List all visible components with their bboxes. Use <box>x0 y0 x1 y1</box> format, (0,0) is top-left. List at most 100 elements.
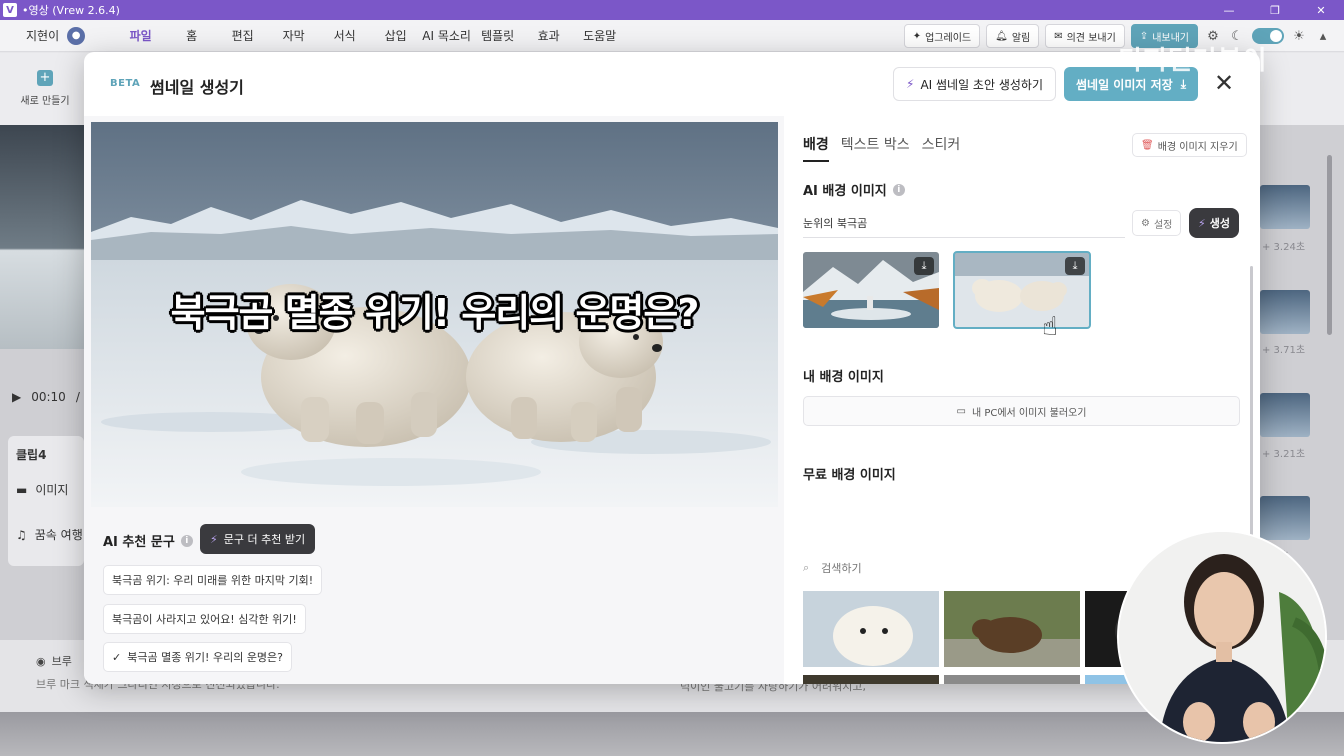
clear-background-button[interactable]: 🗑︎ 배경 이미지 지우기 <box>1132 133 1247 157</box>
menu-item-9[interactable]: 도움말 <box>574 27 625 44</box>
clip-duration: + 3.24초 <box>1262 242 1306 253</box>
free-image[interactable] <box>803 591 939 667</box>
user-profile[interactable]: 지현이 ● <box>26 26 86 45</box>
modal-header: BETA 썸네일 생성기 ⚡ AI 썸네일 초안 생성하기 썸네일 이미지 저장… <box>84 52 1260 116</box>
menu-item-5[interactable]: 삽입 <box>370 27 421 44</box>
clip-image-row[interactable]: ▬ 이미지 <box>16 481 68 498</box>
timeline-thumb[interactable] <box>1260 185 1310 229</box>
play-icon[interactable]: ▶ <box>12 390 21 404</box>
free-image-bear-closeup <box>944 675 1080 684</box>
generated-image-selected[interactable]: ⤓ <box>953 251 1091 329</box>
trash-icon: 🗑︎ <box>1141 139 1154 151</box>
menu-item-1[interactable]: 홈 <box>166 27 217 44</box>
collapse-icon[interactable]: ▴ <box>1314 29 1332 44</box>
ai-settings-button[interactable]: ⚙ 설정 <box>1132 210 1182 236</box>
timeline-thumb[interactable] <box>1260 393 1310 437</box>
window-titlebar: V • 영상 (Vrew 2.6.4) — ❐ ✕ <box>0 0 1344 20</box>
ai-recommend-label: AI 추천 문구 i <box>103 531 193 550</box>
menu-item-0[interactable]: 파일 <box>115 27 166 44</box>
free-image-brown-bear <box>944 591 1080 667</box>
menu-item-3[interactable]: 자막 <box>268 27 319 44</box>
free-image-polar-bear <box>803 591 939 667</box>
clip-duration: + 3.21초 <box>1262 449 1306 460</box>
monitor-icon: ▭ <box>956 405 966 417</box>
modal-title: 썸네일 생성기 <box>150 78 244 97</box>
window-controls: — ❐ ✕ <box>1206 0 1344 20</box>
download-icon: ⤓ <box>1180 76 1186 91</box>
tab-sticker[interactable]: 스티커 <box>922 134 961 162</box>
download-icon[interactable]: ⤓ <box>1065 257 1085 275</box>
image-icon: ▬ <box>16 482 28 497</box>
clip-music-row[interactable]: ♫ 꿈속 여행 <box>16 526 83 543</box>
search-input[interactable] <box>821 561 967 575</box>
menu-item-2[interactable]: 편집 <box>217 27 268 44</box>
info-icon[interactable]: i <box>180 534 193 547</box>
time-separator: / <box>75 390 80 404</box>
free-image[interactable] <box>803 675 939 684</box>
ai-prompt-input[interactable] <box>803 208 1125 238</box>
lightning-icon: ⚡ <box>906 77 915 91</box>
minimize-icon[interactable]: — <box>1206 0 1252 20</box>
free-image[interactable] <box>944 675 1080 684</box>
channel-watermark: 디지털거북이 <box>1118 46 1268 76</box>
music-icon: ♫ <box>16 527 27 542</box>
beta-badge: BETA <box>110 78 141 89</box>
clip-duration: + 3.71초 <box>1262 345 1306 356</box>
window-title: 영상 (Vrew 2.6.4) <box>28 4 120 17</box>
more-phrases-button[interactable]: ⚡ 문구 더 추천 받기 <box>200 524 316 554</box>
phrase-option[interactable]: 북극곰 위기: 우리 미래를 위한 마지막 기회! <box>103 565 323 595</box>
video-preview <box>0 125 84 349</box>
menu-item-6[interactable]: AI 목소리 <box>421 27 472 44</box>
panel-tabs: 배경 텍스트 박스 스티커 <box>803 134 960 162</box>
alerts-button[interactable]: 🔔︎ 알림 <box>986 24 1040 48</box>
free-image-grizzly <box>803 675 939 684</box>
app-logo-icon: V <box>3 3 17 17</box>
mail-icon: ✉ <box>1054 30 1063 42</box>
lightning-icon: ⚡ <box>1198 216 1206 230</box>
menu-item-7[interactable]: 템플릿 <box>472 27 523 44</box>
generate-button[interactable]: ⚡ 생성 <box>1189 208 1239 238</box>
panel-scrollbar[interactable] <box>1250 266 1253 578</box>
tab-text-box[interactable]: 텍스트 박스 <box>841 134 910 162</box>
thumbnail-generator-modal: BETA 썸네일 생성기 ⚡ AI 썸네일 초안 생성하기 썸네일 이미지 저장… <box>84 52 1260 684</box>
speaker-name: 브루 <box>51 655 72 668</box>
plus-icon: + <box>37 70 53 86</box>
current-time: 00:10 <box>31 390 66 404</box>
new-project-button[interactable]: + 새로 만들기 <box>20 70 70 107</box>
info-icon[interactable]: i <box>892 183 905 196</box>
menu-item-8[interactable]: 효과 <box>523 27 574 44</box>
sun-icon[interactable]: ☀ <box>1290 29 1308 44</box>
tab-background[interactable]: 배경 <box>803 134 829 162</box>
app-scrollbar[interactable] <box>1327 155 1332 335</box>
check-icon: ✓ <box>112 650 122 664</box>
gear-icon: ⚙ <box>1141 217 1150 229</box>
load-from-pc-button[interactable]: ▭ 내 PC에서 이미지 불러오기 <box>803 396 1240 426</box>
close-window-icon[interactable]: ✕ <box>1298 0 1344 20</box>
my-background-title: 내 배경 이미지 <box>803 370 884 385</box>
phrase-option[interactable]: 북극곰이 사라지고 있어요! 심각한 위기! <box>103 604 306 634</box>
preview-panel: 북극곰 멸종 위기! 우리의 운명은? AI 추천 문구 i ⚡ 문구 더 추천… <box>84 116 784 684</box>
upgrade-button[interactable]: ✦ 업그레이드 <box>903 24 981 48</box>
avatar-icon: ● <box>67 26 86 45</box>
webcam-overlay <box>1117 530 1327 744</box>
free-image[interactable] <box>944 591 1080 667</box>
feedback-button[interactable]: ✉ 의견 보내기 <box>1045 24 1125 48</box>
menu-items: 파일 홈 편집 자막 서식 삽입 AI 목소리 템플릿 효과 도움말 <box>115 27 625 44</box>
timeline-thumb[interactable] <box>1260 290 1310 334</box>
download-icon[interactable]: ⤓ <box>914 257 934 275</box>
maximize-icon[interactable]: ❐ <box>1252 0 1298 20</box>
thumbnail-canvas[interactable]: 북극곰 멸종 위기! 우리의 운명은? <box>91 122 778 507</box>
phrase-option-selected[interactable]: ✓ 북극곰 멸종 위기! 우리의 운명은? <box>103 642 293 672</box>
presenter-video <box>1119 532 1325 742</box>
lightning-icon: ⚡ <box>210 532 218 546</box>
clip-title: 클립4 <box>16 448 47 462</box>
generated-image[interactable]: ⤓ <box>803 252 939 328</box>
ai-draft-button[interactable]: ⚡ AI 썸네일 초안 생성하기 <box>893 67 1056 101</box>
sparkle-icon: ✦ <box>912 30 922 42</box>
ai-background-title: AI 배경 이미지 i <box>803 180 905 199</box>
menu-item-4[interactable]: 서식 <box>319 27 370 44</box>
thumbnail-headline[interactable]: 북극곰 멸종 위기! 우리의 운명은? <box>91 282 778 337</box>
hand-cursor-icon: ☝ <box>1042 312 1058 342</box>
timeline-thumb[interactable] <box>1260 496 1310 540</box>
free-background-title: 무료 배경 이미지 <box>803 468 896 483</box>
